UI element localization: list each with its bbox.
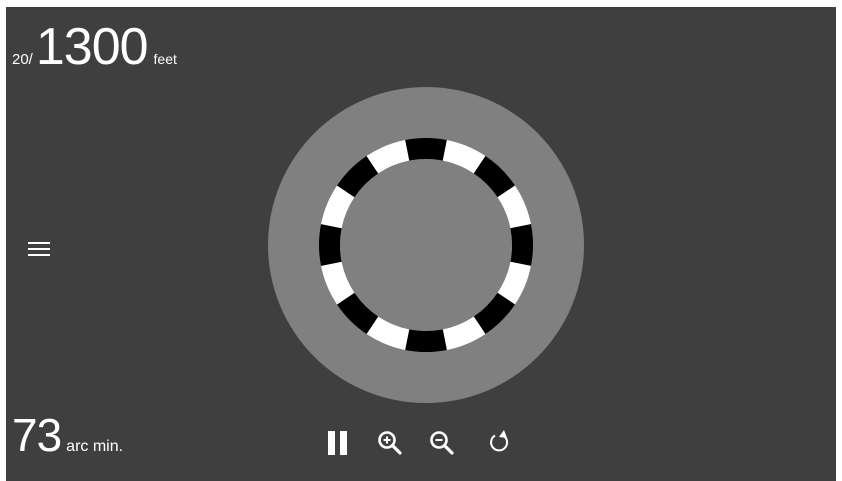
acuity-unit: feet <box>153 51 177 67</box>
menu-line-middle <box>28 248 50 250</box>
acuity-prefix: 20/ <box>12 51 33 68</box>
arc-value: 73 <box>12 409 62 461</box>
zoom-out-icon <box>430 431 454 455</box>
target-inner-disc <box>340 159 512 331</box>
app-screen: 20/1300 feet 73 arc min. <box>6 7 836 481</box>
vision-target-graphic <box>268 87 584 403</box>
arc-readout: 73 arc min. <box>12 412 123 458</box>
ring-segment <box>405 329 447 352</box>
ring-segment <box>319 224 342 266</box>
menu-button[interactable] <box>24 237 54 263</box>
menu-line-bottom <box>28 254 50 256</box>
pause-icon <box>328 431 347 455</box>
hamburger-menu-icon <box>28 242 50 244</box>
arc-unit: arc min. <box>66 438 124 455</box>
zoom-in-icon <box>378 431 402 455</box>
vision-target <box>266 85 586 405</box>
pause-button[interactable] <box>320 425 356 461</box>
refresh-icon <box>490 430 509 452</box>
ring-segment <box>510 224 533 266</box>
zoom-in-button[interactable] <box>372 425 408 461</box>
acuity-value: 1300 <box>35 18 149 76</box>
refresh-button[interactable] <box>482 425 518 461</box>
acuity-readout: 20/1300 feet <box>12 21 177 73</box>
ring-segment <box>405 138 447 161</box>
zoom-out-button[interactable] <box>424 425 460 461</box>
